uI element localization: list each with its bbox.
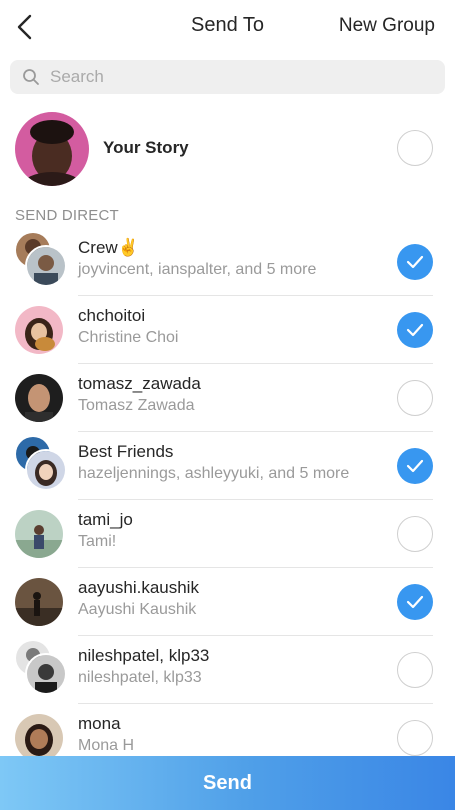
recipient-row[interactable]: tami_jo Tami! — [0, 500, 455, 568]
recipient-name: nileshpatel, klp33 — [78, 646, 210, 665]
recipient-subtitle: Aayushi Kaushik — [78, 601, 197, 618]
recipient-row[interactable]: tomasz_zawada Tomasz Zawada — [0, 364, 455, 432]
recipient-row[interactable]: chchoitoi Christine Choi — [0, 296, 455, 364]
avatar — [15, 578, 63, 626]
your-story-label: Your Story — [103, 138, 189, 157]
your-story-row[interactable]: Your Story — [0, 110, 455, 188]
recipient-row[interactable]: aayushi.kaushik Aayushi Kaushik — [0, 568, 455, 636]
avatar — [15, 374, 63, 422]
avatar — [25, 653, 67, 695]
recipient-name: tomasz_zawada — [78, 374, 201, 393]
recipient-checkbox[interactable] — [397, 584, 433, 620]
recipient-subtitle: Mona H — [78, 737, 135, 754]
recipient-name: chchoitoi — [78, 306, 146, 325]
recipient-subtitle: nileshpatel, klp33 — [78, 669, 202, 686]
recipient-subtitle: joyvincent, ianspalter, and 5 more — [78, 261, 317, 278]
recipient-name: Crew✌ — [78, 238, 139, 257]
recipient-subtitle: Tomasz Zawada — [78, 397, 195, 414]
recipient-checkbox[interactable] — [397, 312, 433, 348]
new-group-button[interactable]: New Group — [339, 15, 435, 37]
recipient-row[interactable]: Best Friends hazeljennings, ashleyyuki, … — [0, 432, 455, 500]
recipient-checkbox[interactable] — [397, 244, 433, 280]
header-bar: Send To New Group — [0, 0, 455, 54]
send-button[interactable]: Send — [0, 756, 455, 810]
avatar — [25, 245, 67, 287]
search-icon — [23, 69, 39, 85]
your-story-checkbox[interactable] — [397, 130, 433, 166]
recipient-name: Best Friends — [78, 442, 174, 461]
recipient-subtitle: hazeljennings, ashleyyuki, and 5 more — [78, 465, 350, 482]
recipient-name: tami_jo — [78, 510, 133, 529]
recipient-checkbox[interactable] — [397, 720, 433, 756]
send-label: Send — [203, 771, 252, 794]
checkmark-icon — [406, 595, 424, 609]
avatar — [15, 306, 63, 354]
avatar — [15, 714, 63, 762]
search-input[interactable] — [48, 66, 432, 88]
recipient-name: mona — [78, 714, 121, 733]
checkmark-icon — [406, 459, 424, 473]
recipient-row[interactable]: nileshpatel, klp33 nileshpatel, klp33 — [0, 636, 455, 704]
search-bar[interactable] — [10, 60, 445, 94]
recipient-checkbox[interactable] — [397, 652, 433, 688]
story-avatar — [15, 112, 89, 186]
section-title: SEND DIRECT — [15, 207, 119, 224]
checkmark-icon — [406, 255, 424, 269]
checkmark-icon — [406, 323, 424, 337]
recipient-name: aayushi.kaushik — [78, 578, 199, 597]
avatar — [25, 449, 67, 491]
recipient-subtitle: Tami! — [78, 533, 117, 550]
recipient-checkbox[interactable] — [397, 448, 433, 484]
recipient-checkbox[interactable] — [397, 380, 433, 416]
recipient-checkbox[interactable] — [397, 516, 433, 552]
recipient-row[interactable]: Crew✌ joyvincent, ianspalter, and 5 more — [0, 228, 455, 296]
recipient-subtitle: Christine Choi — [78, 329, 179, 346]
avatar — [15, 510, 63, 558]
